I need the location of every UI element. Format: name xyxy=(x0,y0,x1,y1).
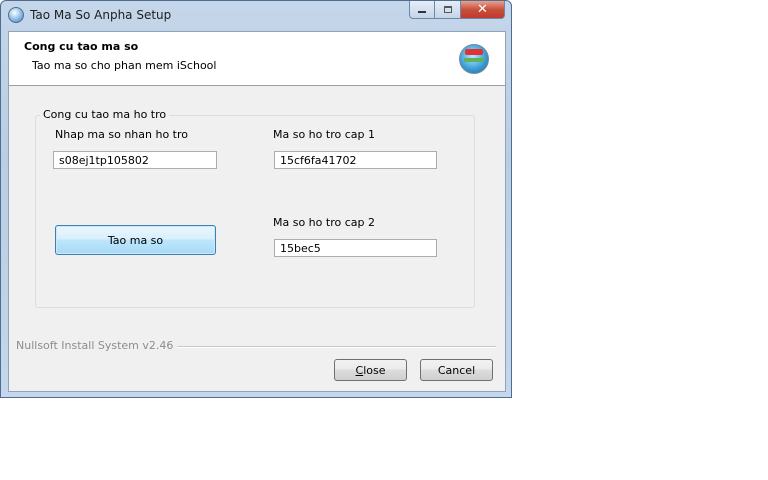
title-bar[interactable]: Tao Ma So Anpha Setup ✕ xyxy=(1,1,511,31)
support-code-groupbox xyxy=(35,115,475,308)
maximize-icon xyxy=(443,6,452,13)
setup-window: Tao Ma So Anpha Setup ✕ Cong cu tao ma s… xyxy=(0,0,512,398)
level1-code-label: Ma so ho tro cap 1 xyxy=(273,128,375,141)
minimize-icon xyxy=(418,11,426,13)
close-button[interactable]: Close xyxy=(334,359,407,381)
close-icon: ✕ xyxy=(477,2,488,17)
installer-icon xyxy=(8,7,24,23)
support-code-input[interactable] xyxy=(53,151,217,169)
close-window-button[interactable]: ✕ xyxy=(461,1,505,19)
minimize-button[interactable] xyxy=(409,1,435,19)
maximize-button[interactable] xyxy=(435,1,461,19)
dialog-header: Cong cu tao ma so Tao ma so cho phan mem… xyxy=(9,32,505,86)
dialog-client-area: Cong cu tao ma so Tao ma so cho phan mem… xyxy=(8,31,506,392)
nsis-branding: Nullsoft Install System v2.46 xyxy=(16,339,178,352)
footer-divider xyxy=(159,346,496,348)
level2-code-input[interactable] xyxy=(274,239,437,257)
header-title: Cong cu tao ma so xyxy=(24,40,139,53)
setup-logo-icon xyxy=(459,44,489,74)
window-title: Tao Ma So Anpha Setup xyxy=(30,8,172,22)
generate-code-button[interactable]: Tao ma so xyxy=(55,225,216,255)
header-subtitle: Tao ma so cho phan mem iSchool xyxy=(32,59,217,72)
window-controls: ✕ xyxy=(409,1,505,20)
close-button-label: Close xyxy=(355,363,386,377)
groupbox-legend: Cong cu tao ma ho tro xyxy=(40,108,170,121)
level2-code-label: Ma so ho tro cap 2 xyxy=(273,216,375,229)
cancel-button[interactable]: Cancel xyxy=(420,359,493,381)
support-code-label: Nhap ma so nhan ho tro xyxy=(55,128,189,141)
level1-code-input[interactable] xyxy=(274,151,437,169)
